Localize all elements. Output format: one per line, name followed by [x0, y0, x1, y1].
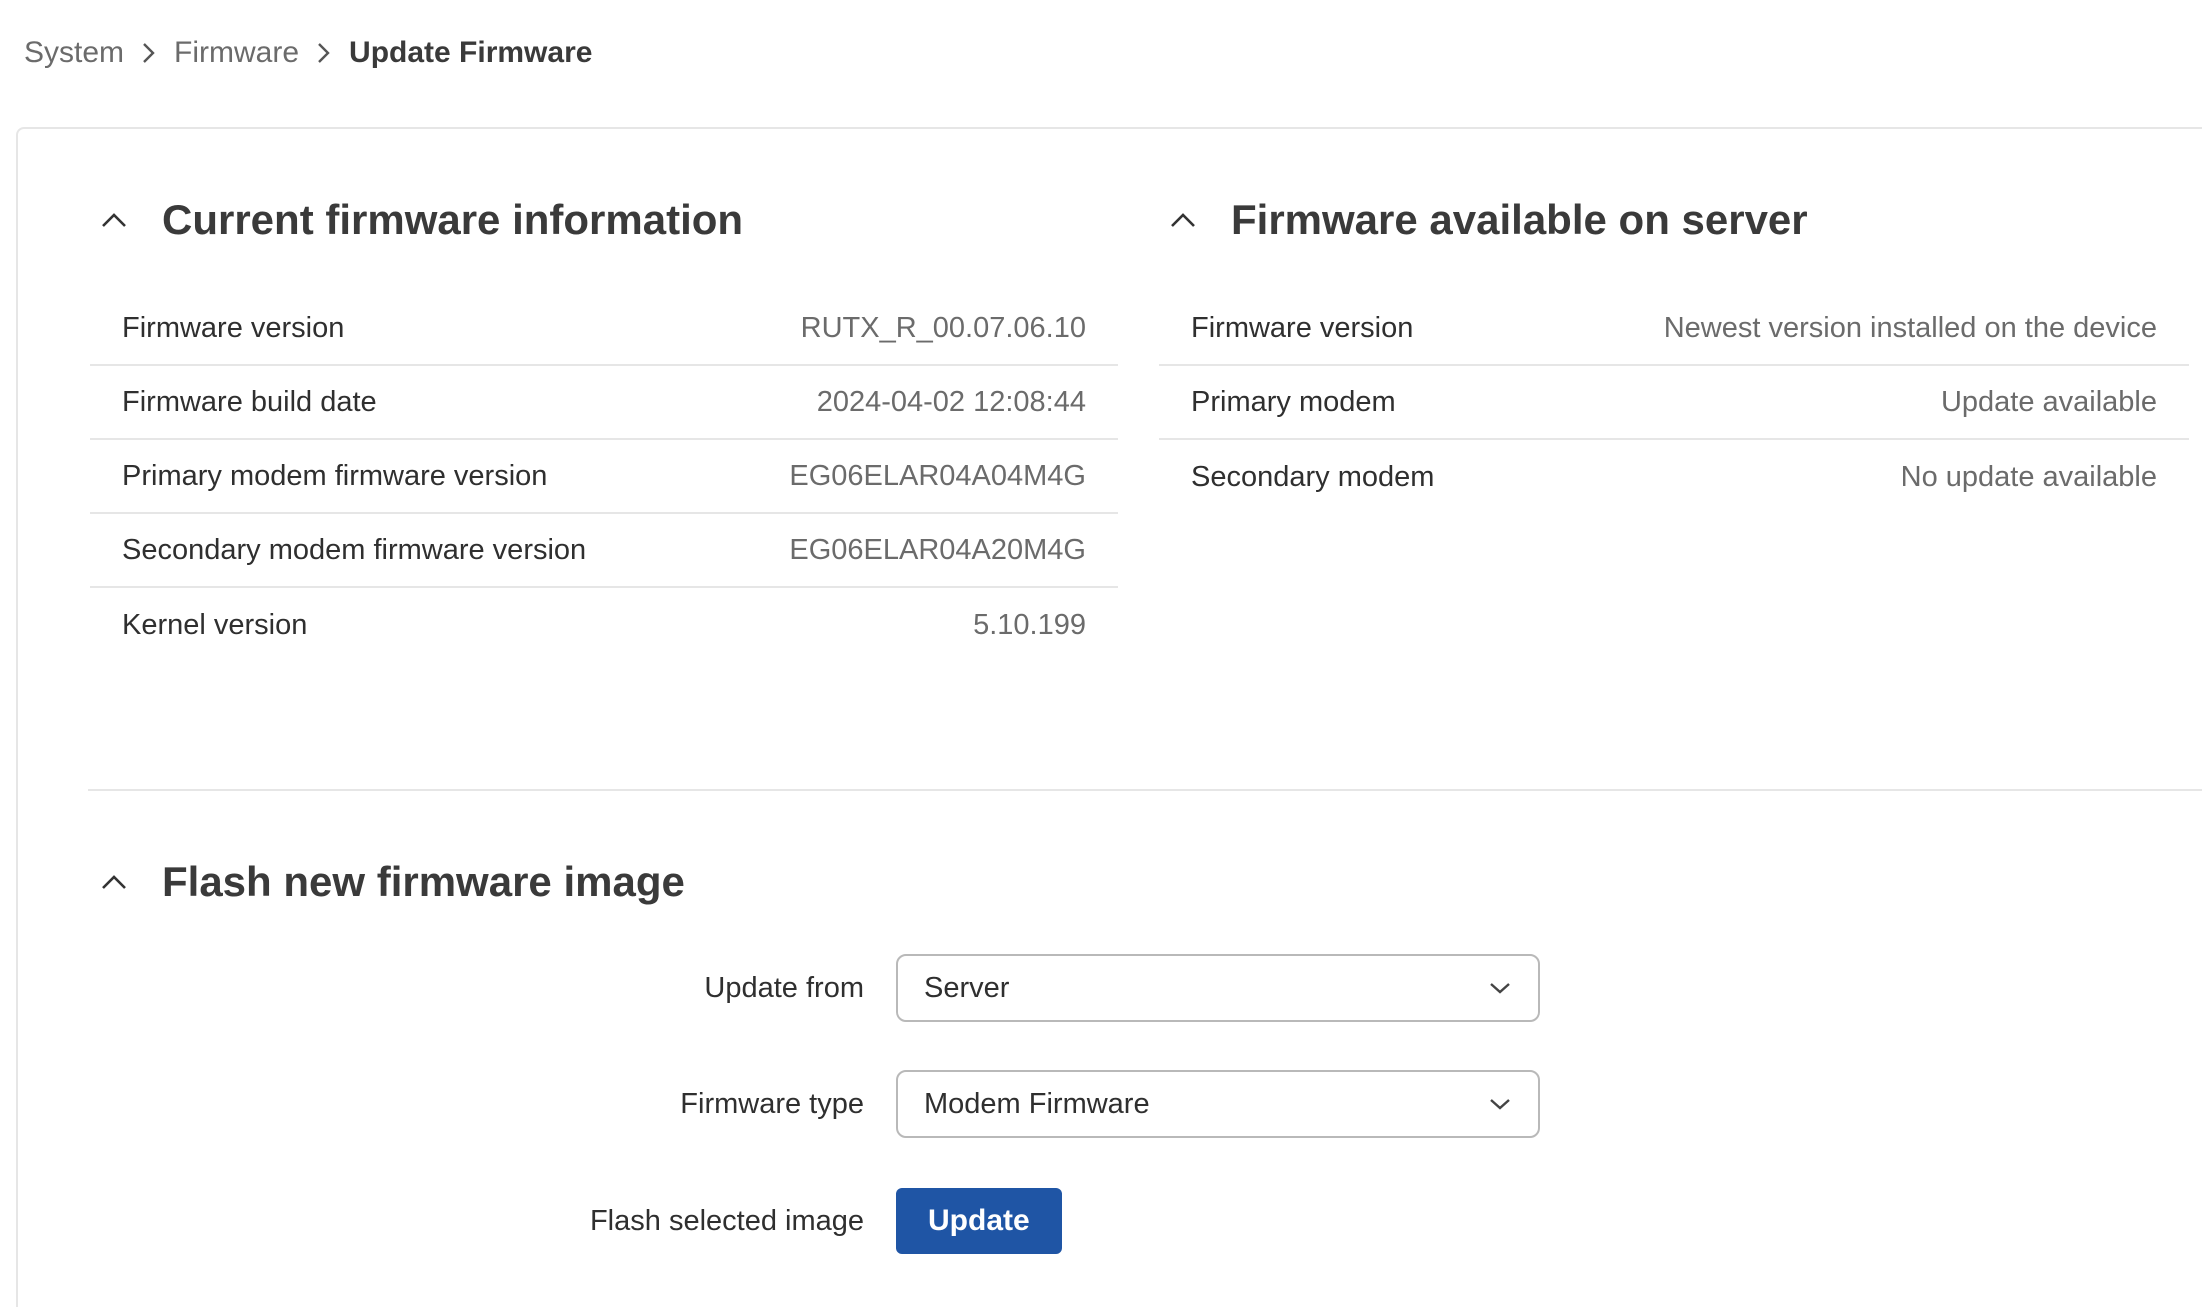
update-from-value: Server [924, 971, 1010, 1004]
breadcrumb-system[interactable]: System [24, 36, 124, 70]
table-row: Kernel version 5.10.199 [90, 588, 1118, 662]
row-key: Firmware version [122, 311, 345, 344]
current-firmware-table: Firmware version RUTX_R_00.07.06.10 Firm… [90, 292, 1118, 662]
row-value: RUTX_R_00.07.06.10 [800, 311, 1086, 344]
section-current-firmware-header[interactable]: Current firmware information [100, 196, 743, 244]
breadcrumb-firmware[interactable]: Firmware [174, 36, 299, 70]
chevron-up-icon [1171, 213, 1195, 227]
row-value: 2024-04-02 12:08:44 [816, 385, 1086, 418]
flash-image-label: Flash selected image [589, 1204, 864, 1237]
update-button[interactable]: Update [896, 1188, 1062, 1254]
update-from-label: Update from [704, 971, 864, 1004]
table-row: Firmware version RUTX_R_00.07.06.10 [90, 292, 1118, 366]
chevron-up-icon [102, 213, 126, 227]
firmware-type-value: Modem Firmware [924, 1087, 1150, 1120]
breadcrumb: System Firmware Update Firmware [24, 36, 592, 70]
section-divider [88, 789, 2202, 791]
row-value: Update available [1940, 385, 2157, 418]
row-key: Secondary modem firmware version [122, 533, 587, 566]
server-firmware-table: Firmware version Newest version installe… [1159, 292, 2189, 514]
breadcrumb-update-firmware: Update Firmware [349, 36, 593, 69]
table-row: Primary modem firmware version EG06ELAR0… [90, 440, 1118, 514]
row-value: No update available [1900, 460, 2157, 493]
table-row: Secondary modem No update available [1159, 440, 2189, 514]
chevron-right-icon [315, 41, 333, 65]
chevron-right-icon [140, 41, 158, 65]
update-from-row: Update from Server [336, 954, 1540, 1022]
row-value: EG06ELAR04A20M4G [789, 533, 1086, 566]
row-value: Newest version installed on the device [1663, 311, 2157, 344]
row-key: Secondary modem [1191, 460, 1435, 493]
row-key: Firmware build date [122, 385, 377, 418]
section-server-firmware-title: Firmware available on server [1231, 196, 1808, 243]
row-key: Kernel version [122, 608, 308, 641]
chevron-up-icon [102, 875, 126, 889]
section-current-firmware-title: Current firmware information [162, 196, 744, 243]
section-server-firmware-header[interactable]: Firmware available on server [1169, 196, 1808, 244]
section-flash-firmware-title: Flash new firmware image [162, 858, 685, 905]
row-key: Primary modem firmware version [122, 459, 548, 492]
table-row: Primary modem Update available [1159, 366, 2189, 440]
table-row: Secondary modem firmware version EG06ELA… [90, 514, 1118, 588]
firmware-type-select[interactable]: Modem Firmware [896, 1070, 1540, 1138]
row-value: 5.10.199 [973, 608, 1086, 641]
table-row: Firmware build date 2024-04-02 12:08:44 [90, 366, 1118, 440]
firmware-type-label: Firmware type [680, 1087, 864, 1120]
row-key: Firmware version [1191, 311, 1414, 344]
table-row: Firmware version Newest version installe… [1159, 292, 2189, 366]
row-value: EG06ELAR04A04M4G [789, 459, 1086, 492]
flash-image-row: Flash selected image Update [336, 1188, 1062, 1254]
chevron-down-icon [1490, 1099, 1510, 1110]
section-flash-firmware-header[interactable]: Flash new firmware image [100, 858, 685, 906]
firmware-type-row: Firmware type Modem Firmware [336, 1070, 1540, 1138]
chevron-down-icon [1490, 983, 1510, 994]
row-key: Primary modem [1191, 385, 1396, 418]
update-from-select[interactable]: Server [896, 954, 1540, 1022]
